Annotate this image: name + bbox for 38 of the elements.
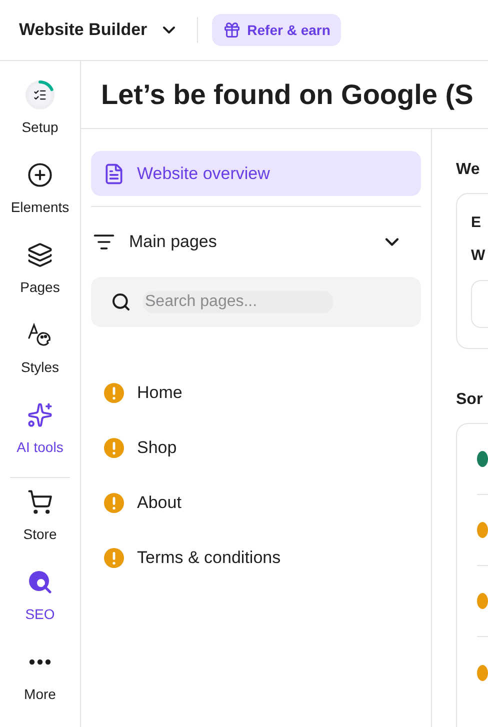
more-icon xyxy=(29,659,51,665)
sidebar-item[interactable]: Pages xyxy=(2,239,78,319)
plus-circle-icon xyxy=(27,162,53,188)
page-item[interactable]: About xyxy=(91,475,421,530)
cart-icon xyxy=(27,489,53,515)
sidebar-item[interactable]: AI tools xyxy=(2,399,78,479)
search-field[interactable]: Search pages... xyxy=(143,291,333,313)
font-palette-icon xyxy=(27,322,53,348)
warning-icon xyxy=(103,546,125,568)
warning-icon xyxy=(103,382,125,404)
sidebar-item[interactable]: Elements xyxy=(2,159,78,239)
input-field[interactable] xyxy=(471,280,488,328)
search-icon xyxy=(111,292,131,312)
layers-icon xyxy=(27,242,53,268)
sidebar-item[interactable]: Store xyxy=(2,486,78,566)
page-item[interactable]: Terms & conditions xyxy=(91,530,421,585)
card-text: E xyxy=(471,214,482,231)
page-item[interactable]: Home xyxy=(91,365,421,420)
section-heading: We xyxy=(456,161,481,179)
pages-group-toggle[interactable]: Main pages xyxy=(91,207,421,277)
sidebar-item[interactable]: More xyxy=(2,646,78,726)
document-icon xyxy=(103,162,125,184)
warning-icon xyxy=(103,492,125,514)
sidebar-item[interactable]: Setup xyxy=(2,79,78,159)
product-switcher[interactable]: Website Builder xyxy=(19,20,180,40)
page-title: Let’s be found on Google (S xyxy=(81,61,488,129)
overview-item[interactable]: Website overview xyxy=(91,151,421,196)
sidebar-item[interactable]: SEO xyxy=(2,566,78,646)
globe-search-icon xyxy=(27,569,53,595)
sidebar-item[interactable]: Styles xyxy=(2,319,78,399)
page-item[interactable]: Shop xyxy=(91,420,421,475)
progress-ring-icon xyxy=(24,79,56,111)
card-text: W xyxy=(471,247,486,264)
section-heading: Sor xyxy=(456,391,484,409)
sparkles-icon xyxy=(27,402,53,428)
refer-button[interactable]: Refer & earn xyxy=(212,14,342,46)
gift-icon xyxy=(223,21,242,39)
warning-icon xyxy=(103,436,125,458)
